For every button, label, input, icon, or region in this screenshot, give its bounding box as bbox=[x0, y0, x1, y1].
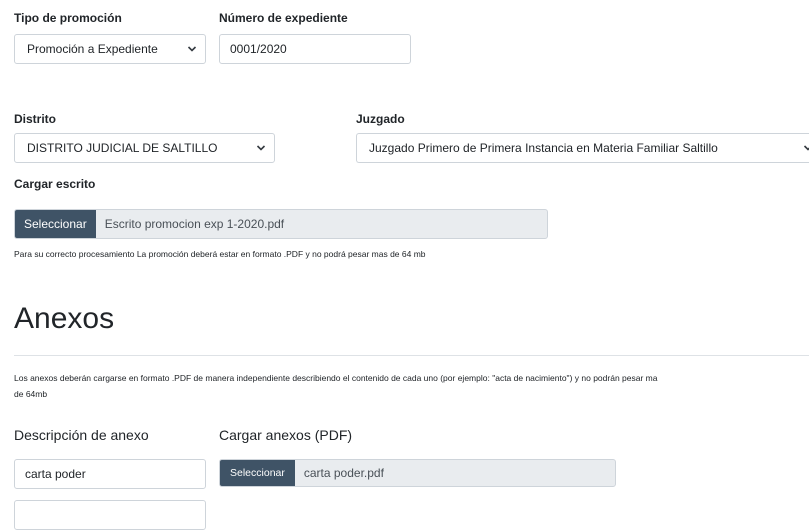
annexes-heading: Anexos bbox=[14, 302, 115, 335]
upload-help-text: Para su correcto procesamiento La promoc… bbox=[14, 249, 426, 259]
promotion-type-select[interactable]: Promoción a Expediente bbox=[14, 34, 206, 64]
annex-description-input[interactable]: carta poder bbox=[14, 459, 206, 489]
annex-file-input[interactable]: Seleccionar carta poder.pdf bbox=[219, 459, 616, 487]
description-column-header: Descripción de anexo bbox=[14, 427, 149, 443]
file-number-label: Número de expediente bbox=[219, 11, 348, 25]
select-file-button[interactable]: Seleccionar bbox=[15, 210, 96, 238]
court-label: Juzgado bbox=[356, 112, 405, 126]
promotion-type-label: Tipo de promoción bbox=[14, 11, 122, 25]
district-value: DISTRITO JUDICIAL DE SALTILLO bbox=[27, 141, 218, 155]
court-value: Juzgado Primero de Primera Instancia en … bbox=[369, 141, 718, 155]
chevron-down-icon bbox=[256, 145, 266, 151]
promotion-type-value: Promoción a Expediente bbox=[27, 42, 158, 56]
chevron-down-icon bbox=[803, 145, 809, 151]
selected-filename: Escrito promocion exp 1-2020.pdf bbox=[104, 217, 285, 231]
annexes-note-line2: de 64mb bbox=[14, 389, 48, 399]
chevron-down-icon bbox=[187, 46, 197, 52]
district-label: Distrito bbox=[14, 112, 56, 126]
annex-select-button[interactable]: Seleccionar bbox=[220, 460, 295, 486]
upload-column-header: Cargar anexos (PDF) bbox=[219, 427, 353, 443]
section-divider bbox=[14, 355, 809, 356]
file-number-input[interactable]: 0001/2020 bbox=[219, 34, 411, 64]
annex-filename: carta poder.pdf bbox=[303, 466, 384, 480]
annex-description-value: carta poder bbox=[25, 467, 86, 481]
court-select[interactable]: Juzgado Primero de Primera Instancia en … bbox=[356, 133, 809, 163]
upload-label: Cargar escrito bbox=[14, 177, 96, 191]
annex-description-input[interactable] bbox=[14, 500, 206, 530]
annexes-note-line1: Los anexos deberán cargarse en formato .… bbox=[14, 373, 658, 383]
district-select[interactable]: DISTRITO JUDICIAL DE SALTILLO bbox=[14, 133, 275, 163]
document-file-input[interactable]: Seleccionar Escrito promocion exp 1-2020… bbox=[14, 209, 548, 239]
file-number-value: 0001/2020 bbox=[230, 42, 287, 56]
